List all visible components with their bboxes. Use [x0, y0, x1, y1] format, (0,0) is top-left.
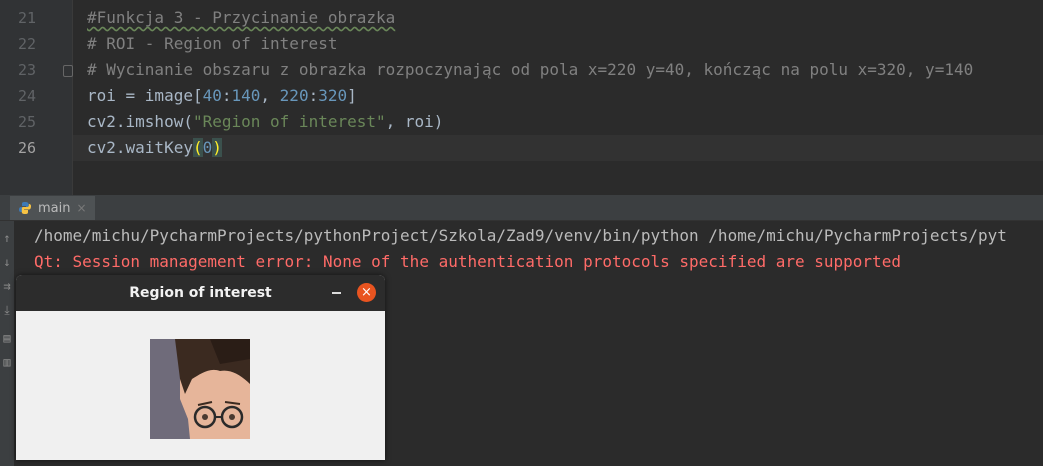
run-header: main ×	[0, 196, 1043, 221]
code-token: cv2.waitKey	[87, 138, 193, 157]
code-token: ]	[347, 86, 357, 105]
code-editor[interactable]: 21 22 23 24 25 26 #Funkcja 3 - Przycinan…	[0, 0, 1043, 195]
code-token: :	[221, 86, 232, 105]
minimize-icon[interactable]	[332, 292, 341, 294]
code-number: 320	[318, 86, 348, 105]
console-error-line: Qt: Session management error: None of th…	[34, 252, 901, 271]
code-line[interactable]: # ROI - Region of interest	[73, 31, 1043, 57]
arrow-down-icon[interactable]: ↓	[0, 255, 14, 269]
line-number: 21	[17, 9, 36, 27]
fold-icon[interactable]	[63, 65, 73, 77]
line-number-gutter: 21 22 23 24 25 26	[0, 0, 73, 195]
line-number: 24	[17, 87, 36, 105]
window-title: Region of interest	[129, 285, 272, 301]
run-toolbar: ↑ ↓ ⇉ ⤓ ▤ ▥	[0, 221, 14, 466]
soft-wrap-icon[interactable]: ⇉	[0, 279, 14, 293]
arrow-up-icon[interactable]: ↑	[0, 231, 14, 245]
scroll-to-end-icon[interactable]: ⤓	[0, 303, 14, 317]
code-comment: # Wycinanie obszaru z obrazka rozpoczyna…	[87, 60, 974, 79]
console-line: /home/michu/PycharmProjects/pythonProjec…	[34, 226, 1007, 245]
code-token: :	[308, 86, 319, 105]
code-number: 220	[279, 86, 309, 105]
code-token: cv2.imshow(	[87, 112, 193, 131]
code-line[interactable]: # Wycinanie obszaru z obrazka rozpoczyna…	[73, 57, 1043, 83]
code-line[interactable]: roi = image[40:140, 220:320]	[73, 83, 1043, 109]
code-number: 0	[202, 138, 213, 157]
run-tab-main[interactable]: main ×	[10, 196, 95, 220]
roi-image	[150, 339, 250, 439]
code-line-current[interactable]: cv2.waitKey(0)	[73, 135, 1043, 161]
code-text: cv2.waitKey(0)	[87, 135, 222, 161]
print-icon[interactable]: ▤	[0, 331, 14, 345]
code-number: 140	[231, 86, 261, 105]
code-token: roi = image[	[87, 86, 203, 105]
code-area[interactable]: #Funkcja 3 - Przycinanie obrazka # ROI -…	[73, 0, 1043, 195]
code-paren: )	[212, 138, 222, 157]
region-of-interest-window[interactable]: Region of interest ×	[16, 275, 385, 460]
line-number: 25	[17, 113, 36, 131]
tab-close-icon[interactable]: ×	[76, 201, 86, 215]
code-token: ,	[260, 86, 280, 105]
code-line[interactable]: #Funkcja 3 - Przycinanie obrazka	[73, 5, 1043, 31]
trash-icon[interactable]: ▥	[0, 355, 14, 369]
code-paren: (	[192, 138, 203, 157]
code-token: , roi)	[385, 112, 444, 131]
window-titlebar[interactable]: Region of interest ×	[16, 275, 385, 311]
line-number: 23	[17, 61, 36, 79]
code-text: cv2.imshow("Region of interest", roi)	[87, 109, 443, 135]
run-tab-label: main	[38, 200, 71, 216]
window-content	[16, 311, 385, 460]
code-string: "Region of interest"	[192, 112, 386, 131]
python-icon	[19, 202, 31, 214]
code-number: 40	[202, 86, 222, 105]
code-comment: # ROI - Region of interest	[87, 34, 338, 53]
code-comment: #Funkcja 3 - Przycinanie obrazka	[87, 8, 396, 27]
line-number-current: 26	[17, 139, 36, 157]
close-icon[interactable]: ×	[357, 283, 376, 302]
code-text: roi = image[40:140, 220:320]	[87, 83, 357, 109]
code-line[interactable]: cv2.imshow("Region of interest", roi)	[73, 109, 1043, 135]
line-number: 22	[17, 35, 36, 53]
